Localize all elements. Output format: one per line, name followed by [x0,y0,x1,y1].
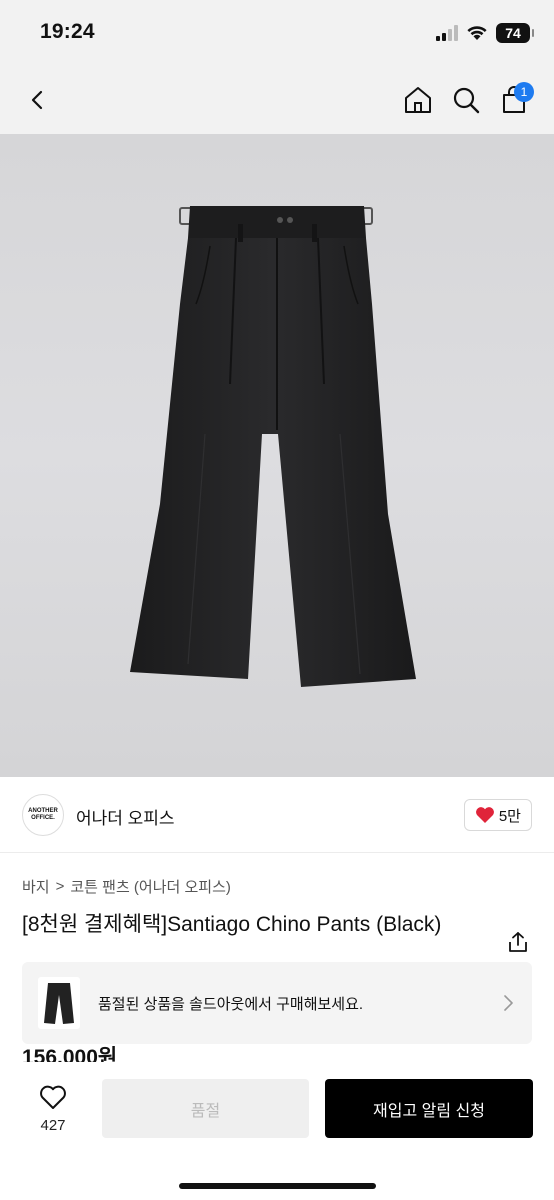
wishlist-count: 427 [40,1117,66,1134]
banner-text: 품절된 상품을 솔드아웃에서 구매해보세요. [98,995,364,1013]
search-button[interactable] [446,80,486,120]
battery-indicator: 74 [496,23,534,43]
heart-icon [475,807,494,823]
status-bar: 19:24 74 [0,0,554,68]
chevron-right-icon [504,995,513,1011]
status-time: 19:24 [40,20,95,43]
restock-alert-button[interactable]: 재입고 알림 신청 [325,1079,533,1138]
heart-outline-icon [40,1085,66,1109]
share-button[interactable] [506,930,530,954]
back-button[interactable] [18,80,58,120]
status-icons: 74 [436,22,534,44]
share-icon [509,932,527,952]
product-price: 156,000원 [22,1046,118,1063]
brand-logo-line2: OFFICE. [31,815,55,821]
home-icon [405,87,431,113]
pants-image [130,206,416,687]
brand-like-button[interactable]: 5만 [463,799,532,831]
top-nav-bar: 1 [0,68,554,134]
brand-row[interactable]: ANOTHER OFFICE. 어나더 오피스 5만 [0,777,554,853]
pants-thumbnail-icon [44,983,74,1024]
breadcrumb-separator: > [55,878,65,895]
brand-logo[interactable]: ANOTHER OFFICE. [22,794,64,836]
wifi-icon [467,26,487,40]
search-icon [453,87,480,114]
brand-like-count: 5만 [498,807,521,825]
soldout-banner[interactable]: 품절된 상품을 솔드아웃에서 구매해보세요. [22,962,532,1044]
breadcrumb-level1[interactable]: 바지 [22,876,50,897]
product-image[interactable] [0,134,554,777]
cart-button[interactable]: 1 [494,80,534,120]
product-title: [8천원 결제혜택]Santiago Chino Pants (Black) [22,913,442,936]
back-icon [31,90,43,110]
brand-name[interactable]: 어나더 오피스 [76,804,175,829]
home-button[interactable] [398,80,438,120]
breadcrumb-level2[interactable]: 코튼 팬츠 (어나더 오피스) [70,876,231,897]
soldout-button: 품절 [102,1079,309,1138]
signal-icon [436,25,458,41]
brand-logo-line1: ANOTHER [28,808,58,814]
home-indicator [179,1183,376,1189]
cart-count-badge: 1 [514,82,534,102]
bottom-action-bar: 427 품절 재입고 알림 신청 [0,1062,554,1200]
wishlist-button[interactable]: 427 [30,1084,76,1134]
banner-thumbnail [38,977,80,1029]
breadcrumb: 바지 > 코튼 팬츠 (어나더 오피스) [22,876,231,897]
